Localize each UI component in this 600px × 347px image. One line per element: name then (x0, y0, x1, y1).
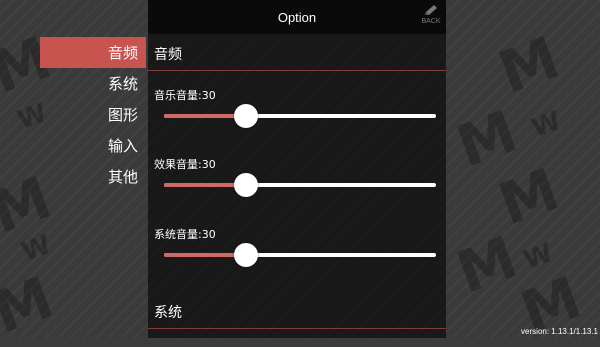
sidebar-item-system[interactable]: 系统 (40, 68, 146, 99)
sidebar-item-audio[interactable]: 音频 (40, 37, 146, 68)
sidebar-item-label: 音频 (107, 44, 138, 62)
options-header: Option BACK (148, 0, 446, 34)
slider-thumb[interactable] (233, 173, 258, 197)
sidebar: 音频 系统 图形 输入 其他 (40, 37, 146, 192)
slider-thumb[interactable] (233, 104, 258, 128)
sidebar-item-label: 系统 (107, 75, 138, 93)
music-volume-slider[interactable] (164, 104, 436, 128)
slider-thumb[interactable] (233, 243, 258, 267)
music-volume-label: 音乐音量:30 (154, 89, 216, 102)
version-label: version: 1.13.1/1.13.1 (521, 327, 598, 336)
effects-volume-label: 效果音量:30 (154, 158, 216, 171)
pencil-icon (425, 5, 437, 15)
sidebar-item-label: 图形 (107, 106, 138, 124)
sidebar-item-label: 输入 (107, 137, 138, 155)
system-volume-slider[interactable] (164, 243, 436, 267)
effects-volume-slider[interactable] (164, 173, 436, 197)
header-title: Option (277, 9, 317, 25)
section-title-system: 系统 (154, 305, 182, 321)
section-divider (148, 70, 446, 71)
back-button[interactable]: BACK (420, 4, 442, 30)
back-label: BACK (421, 18, 441, 25)
system-volume-label: 系统音量:30 (154, 228, 216, 241)
section-divider (148, 328, 446, 329)
sidebar-item-label: 其他 (107, 168, 138, 186)
sidebar-item-other[interactable]: 其他 (40, 161, 146, 192)
settings-panel[interactable]: 音频 音乐音量:30 效果音量:30 系统音量:30 系统 (148, 34, 446, 338)
sidebar-item-input[interactable]: 输入 (40, 130, 146, 161)
sidebar-item-graphics[interactable]: 图形 (40, 99, 146, 130)
section-title-audio: 音频 (154, 47, 182, 63)
